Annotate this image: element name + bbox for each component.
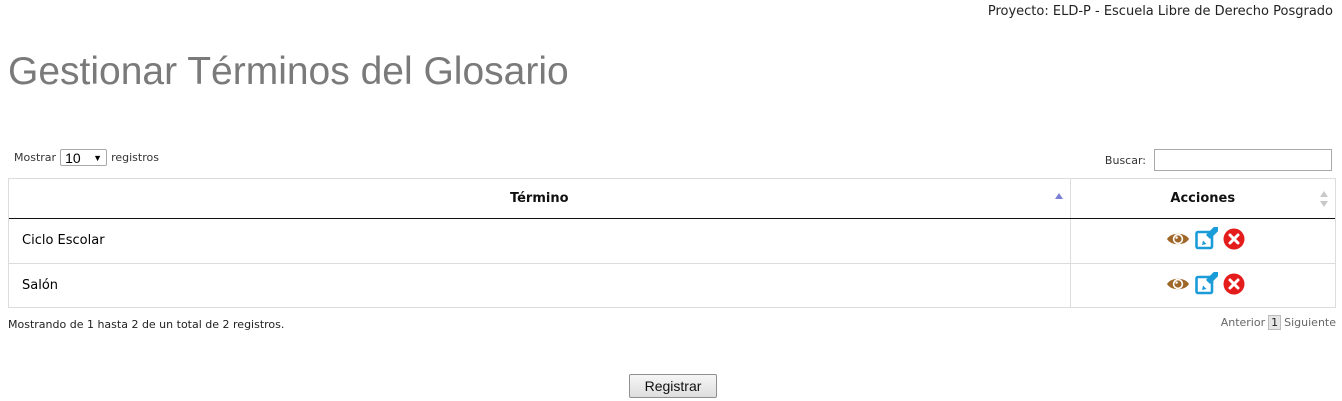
table-row: Salón	[9, 262, 1335, 308]
chevron-down-icon: ▼	[93, 152, 103, 163]
search-label: Buscar:	[1104, 153, 1146, 167]
page-length-control: Mostrar 10 ▼ registros	[14, 149, 159, 166]
pagination-next[interactable]: Siguiente	[1284, 316, 1336, 329]
table-header-row: Término Acciones	[9, 179, 1335, 219]
column-header-termino[interactable]: Término	[9, 179, 1071, 219]
pagination: Anterior 1 Siguiente	[1221, 315, 1336, 330]
delete-icon[interactable]	[1222, 227, 1246, 251]
actions-cell	[1070, 218, 1335, 263]
delete-icon[interactable]	[1222, 272, 1246, 296]
page-length-value: 10	[65, 149, 81, 166]
actions-cell	[1070, 262, 1335, 308]
search-input[interactable]	[1154, 149, 1332, 171]
search-control: Buscar:	[1105, 149, 1332, 171]
pagination-previous[interactable]: Anterior	[1221, 316, 1265, 329]
sort-asc-icon	[1054, 193, 1063, 199]
column-header-acciones-label: Acciones	[1170, 190, 1236, 206]
termino-cell: Ciclo Escolar	[9, 218, 1071, 263]
length-suffix-label: registros	[111, 151, 159, 164]
pagination-page-1[interactable]: 1	[1268, 315, 1282, 330]
glossary-table: Término Acciones Ciclo Escolar Salón	[8, 178, 1336, 308]
sort-both-icon	[1320, 191, 1328, 207]
table-info: Mostrando de 1 hasta 2 de un total de 2 …	[8, 318, 285, 331]
page-title: Gestionar Términos del Glosario	[8, 50, 569, 93]
termino-cell: Salón	[9, 262, 1071, 308]
page-length-select[interactable]: 10 ▼	[60, 149, 108, 166]
edit-icon[interactable]	[1194, 271, 1218, 296]
view-icon[interactable]	[1166, 227, 1190, 251]
length-prefix-label: Mostrar	[14, 151, 57, 164]
page: Proyecto: ELD-P - Escuela Libre de Derec…	[0, 0, 1342, 401]
column-header-acciones[interactable]: Acciones	[1070, 179, 1335, 219]
register-button[interactable]: Registrar	[629, 374, 717, 398]
project-label: Proyecto: ELD-P - Escuela Libre de Derec…	[987, 4, 1333, 19]
edit-icon[interactable]	[1194, 226, 1218, 251]
table-row: Ciclo Escolar	[9, 218, 1335, 263]
column-header-termino-label: Término	[509, 190, 569, 206]
view-icon[interactable]	[1166, 272, 1190, 296]
